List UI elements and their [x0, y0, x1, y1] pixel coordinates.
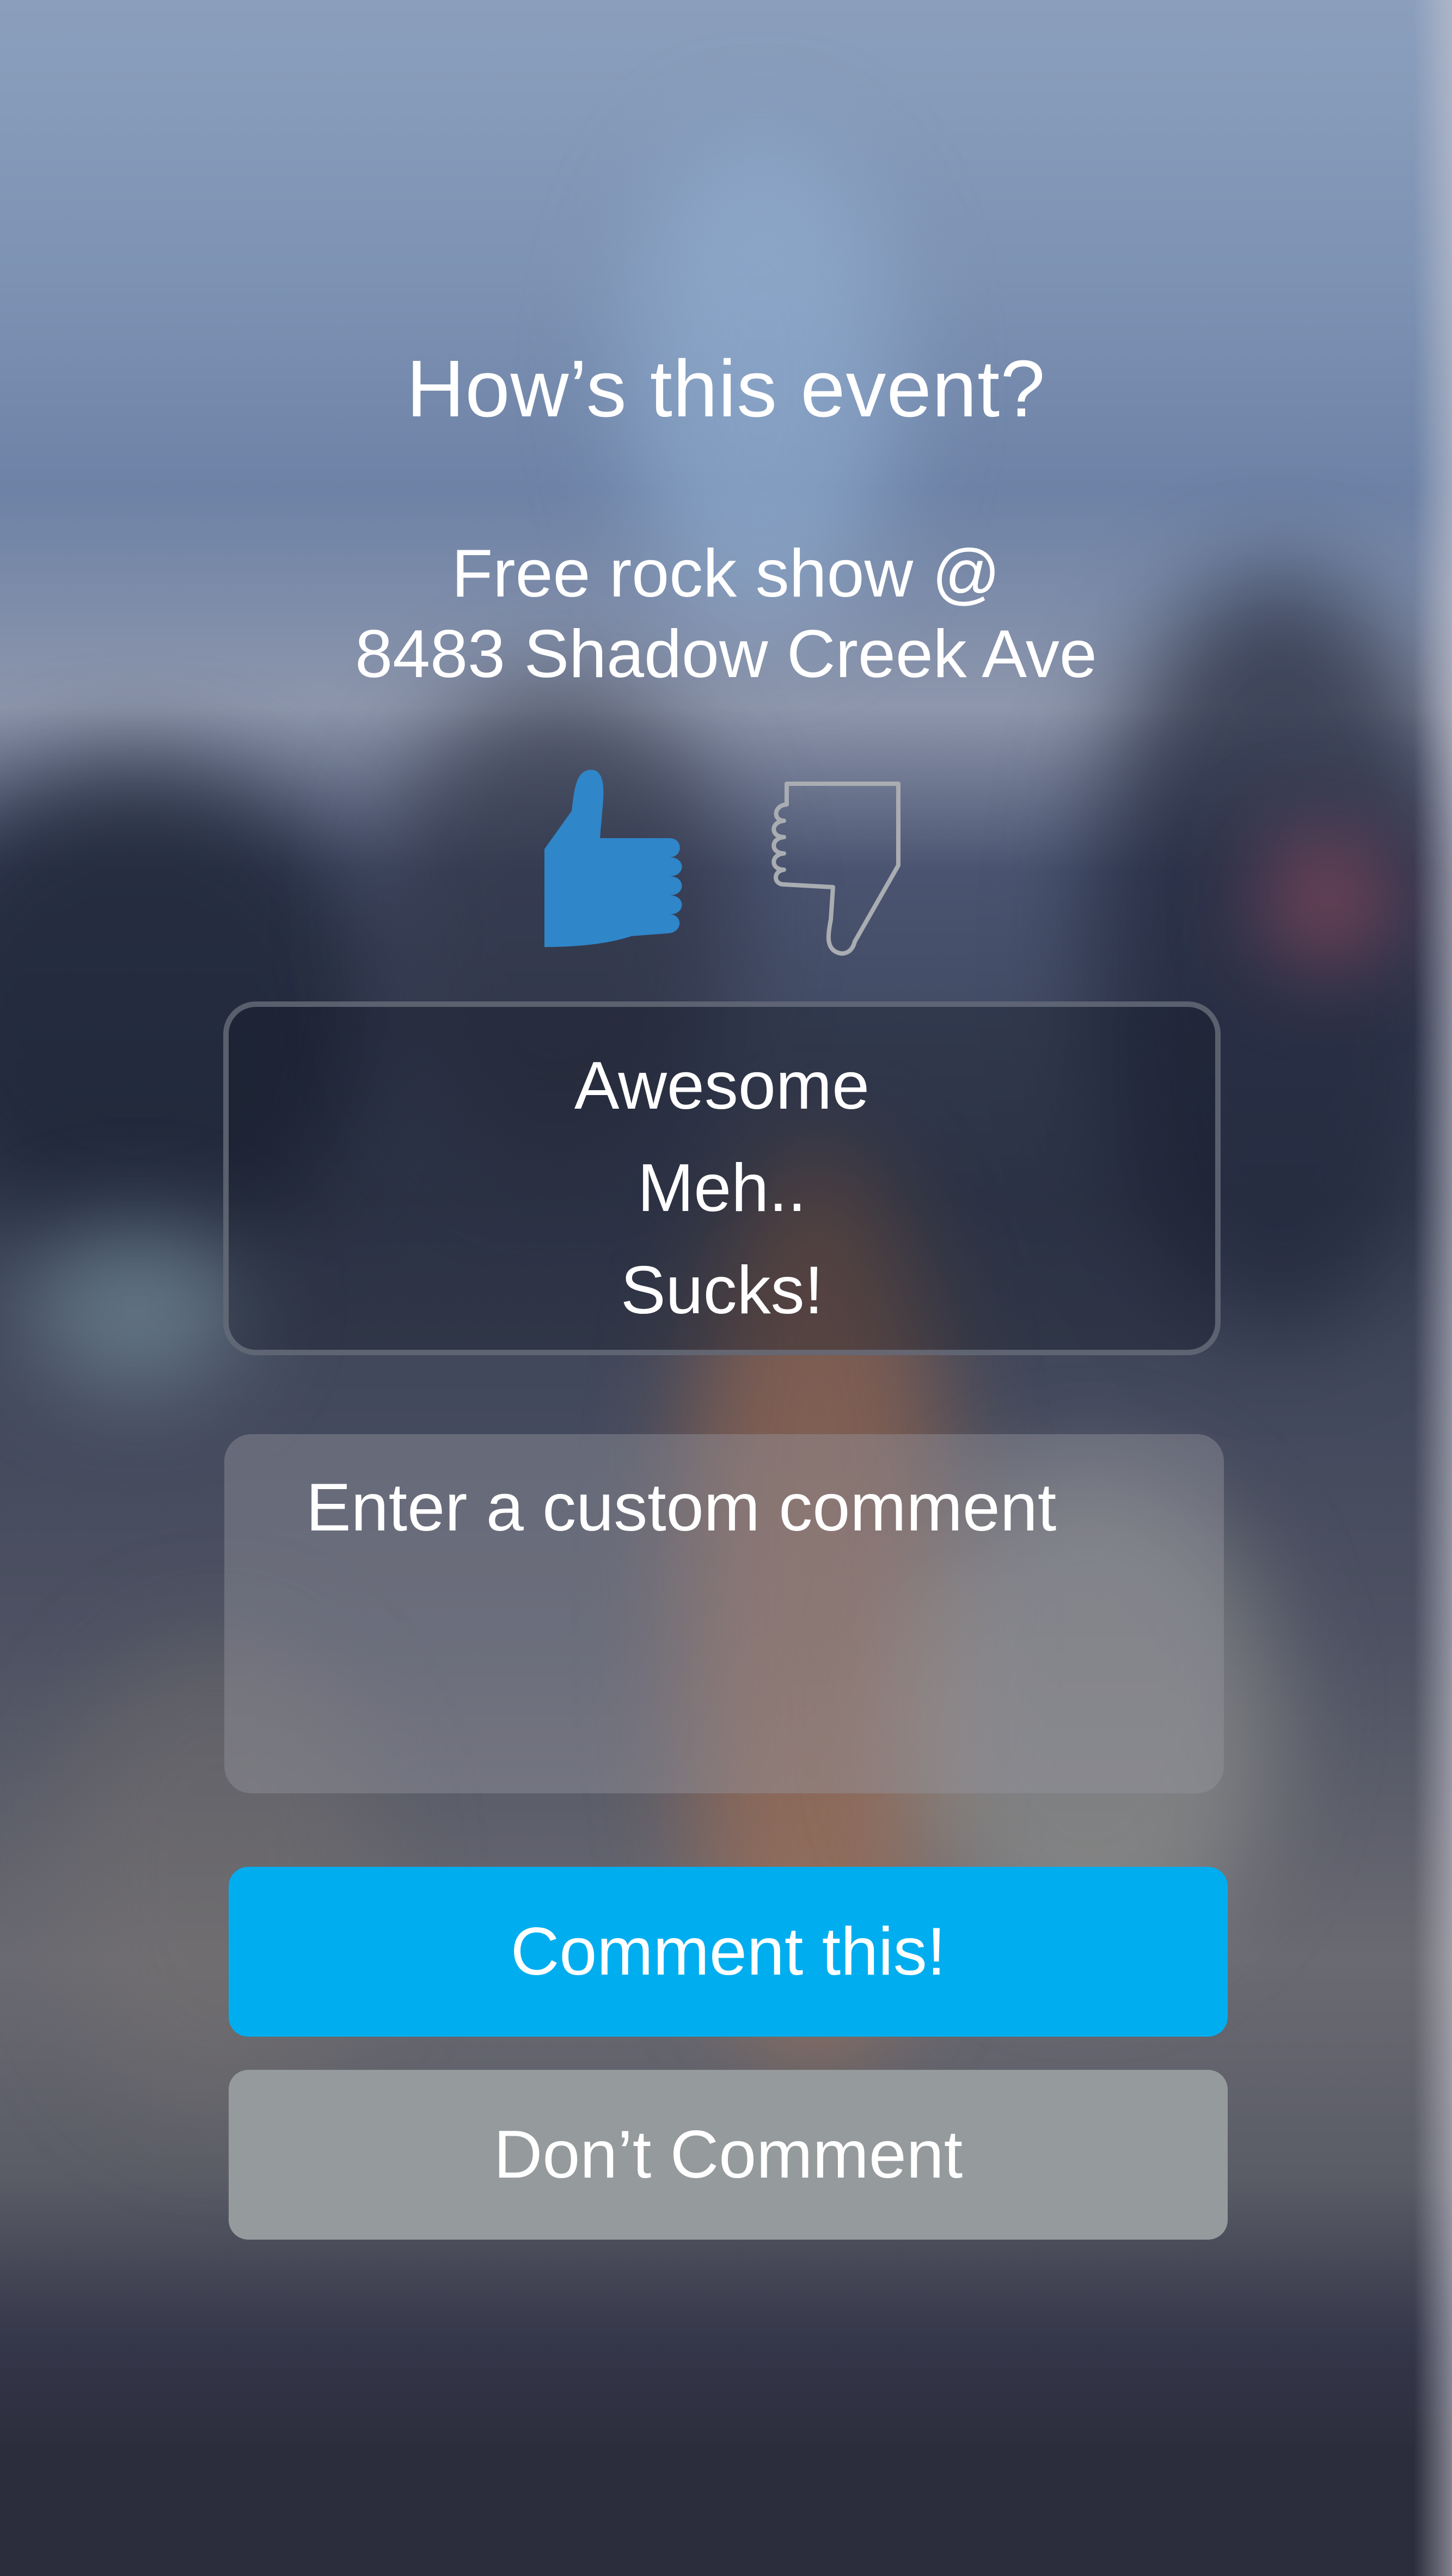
thumbs-up-graphic: [544, 770, 682, 947]
option-sucks[interactable]: Sucks!: [229, 1250, 1215, 1331]
thumbs-down-icon[interactable]: [762, 778, 915, 958]
event-address: 8483 Shadow Creek Ave: [355, 617, 1097, 692]
dont-comment-button[interactable]: Don’t Comment: [229, 2070, 1228, 2240]
page-title: How’s this event?: [406, 344, 1046, 434]
option-awesome[interactable]: Awesome: [229, 1045, 1215, 1127]
custom-comment-box: [224, 1434, 1224, 1793]
thumbs-down-graphic: [771, 782, 900, 956]
comment-button[interactable]: Comment this!: [229, 1867, 1228, 2037]
event-feedback-screen: How’s this event? Free rock show @ 8483 …: [0, 0, 1452, 2576]
event-name: Free rock show @: [451, 536, 1001, 611]
quick-options-box: Awesome Meh.. Sucks!: [223, 1001, 1221, 1355]
event-description: Free rock show @ 8483 Shadow Creek Ave: [0, 533, 1452, 694]
thumbs-up-icon[interactable]: [534, 767, 686, 947]
option-meh[interactable]: Meh..: [229, 1147, 1215, 1229]
custom-comment-input[interactable]: [306, 1467, 1177, 1761]
